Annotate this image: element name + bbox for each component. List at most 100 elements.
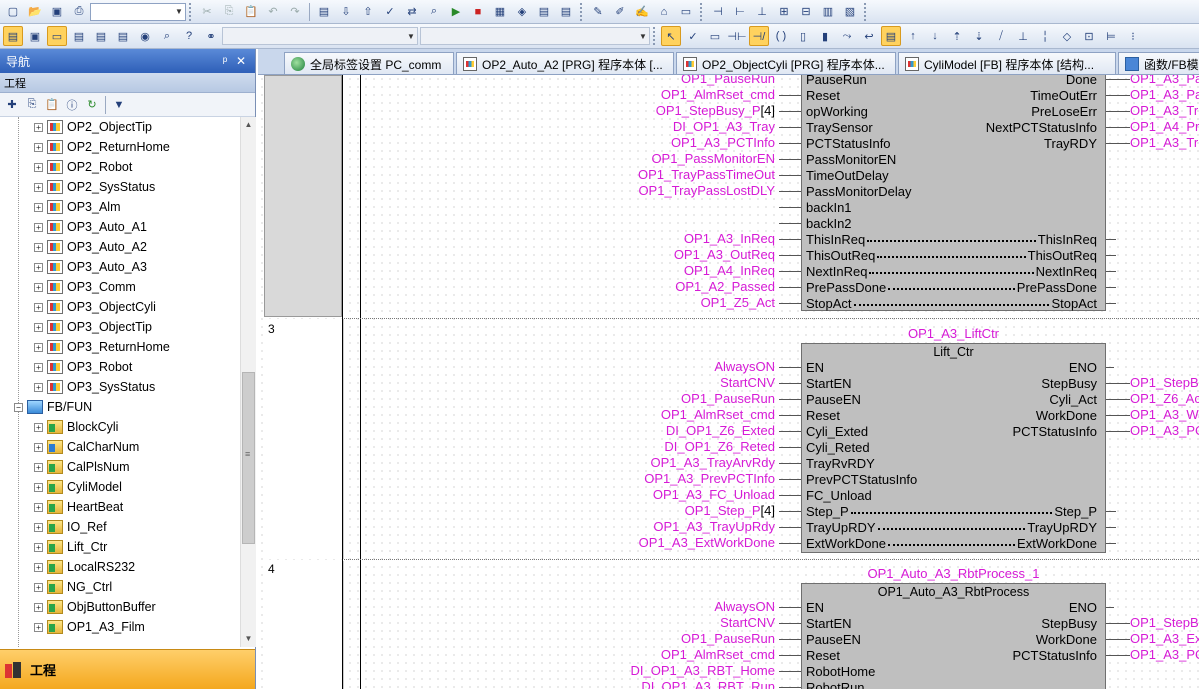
monitor-icon[interactable]: ▦ — [490, 2, 510, 22]
note-icon[interactable]: ✍ — [632, 2, 652, 22]
chevron-down-icon[interactable]: ▼ — [173, 4, 185, 20]
tree-item[interactable]: − FB/FUN — [14, 397, 92, 417]
variable-label[interactable]: DI_OP1_A3_Tray — [673, 119, 775, 135]
variable-label[interactable]: OP1_A3_TrayArvRdy — [650, 455, 775, 471]
tree-item[interactable]: + OP1_A3_Film — [34, 617, 145, 637]
contact-no-icon[interactable]: ⊣⊢ — [727, 26, 747, 46]
variable-label[interactable]: OP1_A3_FC_Unload — [653, 487, 775, 503]
expand-icon[interactable]: + — [34, 262, 43, 272]
ladder-contact-icon[interactable]: ⊣ — [708, 2, 728, 22]
expand-icon[interactable]: + — [34, 622, 43, 632]
variable-label[interactable]: OP1_A3_Tr — [1130, 103, 1198, 119]
device-dev3-icon[interactable]: ▤ — [556, 2, 576, 22]
upload-icon[interactable]: ⇧ — [358, 2, 378, 22]
expand-icon[interactable]: + — [34, 162, 43, 172]
variable-label[interactable]: OP1_A3_ExtWorkDone — [639, 535, 775, 551]
expand-icon[interactable]: + — [34, 242, 43, 252]
expand-icon[interactable]: + — [34, 182, 43, 192]
variable-label[interactable]: OP1_A4_Pr — [1130, 119, 1199, 135]
paste-item-icon[interactable]: 📋 — [43, 96, 61, 114]
coil-icon[interactable]: ( ) — [771, 26, 791, 46]
expand-icon[interactable]: + — [34, 322, 43, 332]
tab-function-templates[interactable]: 函数/FB模板 — [1118, 52, 1199, 74]
expand-icon[interactable]: + — [34, 122, 43, 132]
variable-label[interactable]: OP1_A4_InReq — [684, 263, 775, 279]
variable-label[interactable]: OP1_A3_PrevPCTInfo — [644, 471, 775, 487]
expand-icon[interactable]: + — [34, 382, 43, 392]
add-item-icon[interactable]: ✚ — [3, 96, 21, 114]
expand-icon[interactable]: + — [34, 482, 43, 492]
tree-item[interactable]: + OP3_Auto_A2 — [34, 237, 147, 257]
variable-label[interactable]: OP1_A3_TrayUpRdy — [653, 519, 775, 535]
refresh-icon[interactable]: ↻ — [83, 96, 101, 114]
device-dev6-icon[interactable]: ▤ — [113, 26, 133, 46]
transition-icon[interactable]: ⊨ — [1101, 26, 1121, 46]
variable-label[interactable]: OP1_StepBusy_P[4] — [656, 103, 775, 119]
expand-icon[interactable]: + — [34, 362, 43, 372]
line-draw-icon[interactable]: ✓ — [683, 26, 703, 46]
variable-label[interactable]: OP1_PauseRun — [681, 631, 775, 647]
save-icon[interactable]: ▣ — [47, 2, 67, 22]
falling-edge-icon[interactable]: ↓ — [925, 26, 945, 46]
run-icon[interactable]: ▶ — [446, 2, 466, 22]
variable-label[interactable]: OP1_AlmRset_cmd — [661, 87, 775, 103]
module-icon[interactable]: ▣ — [25, 26, 45, 46]
contact-nc-icon[interactable]: ⊣/ — [749, 26, 769, 46]
properties-icon[interactable]: ⓘ — [63, 96, 81, 114]
variable-label[interactable]: AlwaysON — [714, 359, 775, 375]
stop-icon[interactable]: ■ — [468, 2, 488, 22]
tab-global-labels[interactable]: 全局标签设置 PC_comm — [284, 52, 454, 74]
tab-op2-auto-a2[interactable]: OP2_Auto_A2 [PRG] 程序本体 [... — [456, 52, 674, 74]
tree-scrollbar[interactable]: ▲ ≡ ▼ — [240, 117, 256, 647]
function-block[interactable]: OP1_Auto_A3_RbtProcess EN StartEN PauseEN Re… — [801, 583, 1106, 689]
device-combo[interactable]: ▼ — [90, 2, 186, 21]
scroll-up-icon[interactable]: ▲ — [241, 117, 256, 133]
expand-icon[interactable]: + — [34, 442, 43, 452]
print-icon[interactable]: ⎙ — [69, 2, 89, 22]
expand-icon[interactable]: + — [34, 302, 43, 312]
monitor-write-icon[interactable]: ⊞ — [774, 2, 794, 22]
watch-icon[interactable]: ◉ — [135, 26, 155, 46]
device-dev5-icon[interactable]: ▤ — [91, 26, 111, 46]
expand-icon[interactable]: + — [34, 562, 43, 572]
program-view-icon[interactable]: ▭ — [47, 26, 67, 46]
variable-label[interactable]: OP1_A3_InReq — [684, 231, 775, 247]
window-icon[interactable]: ▭ — [676, 2, 696, 22]
paste-icon[interactable]: 📋 — [241, 2, 261, 22]
variable-label[interactable]: OP1_A3_OutReq — [674, 247, 775, 263]
redo-icon[interactable]: ↷ — [285, 2, 305, 22]
step-icon[interactable]: ⊡ — [1079, 26, 1099, 46]
pin-icon[interactable]: ᵖ — [217, 54, 233, 68]
tree-item[interactable]: + OP2_ReturnHome — [34, 137, 170, 157]
rising-coil-icon[interactable]: ⇡ — [947, 26, 967, 46]
program-combo[interactable]: ▼ — [222, 27, 418, 45]
variable-label[interactable]: OP1_Z5_Act — [701, 295, 775, 311]
tree-item[interactable]: + OP3_Robot — [34, 357, 132, 377]
tree-item[interactable]: + CyliModel — [34, 477, 122, 497]
function-block-icon[interactable]: ▯ — [793, 26, 813, 46]
tab-cylimodel[interactable]: CyliModel [FB] 程序本体 [结构... — [898, 52, 1116, 74]
new-file-icon[interactable]: ▢ — [3, 2, 23, 22]
jump-icon[interactable]: ⤳ — [837, 26, 857, 46]
expand-icon[interactable]: + — [34, 462, 43, 472]
parallel-icon[interactable]: ╎ — [1035, 26, 1055, 46]
expand-icon[interactable]: + — [34, 222, 43, 232]
variable-label[interactable]: DI_OP1_Z6_Exted — [666, 423, 775, 439]
chevron-down-icon[interactable]: ▼ — [637, 28, 649, 44]
expand-icon[interactable]: + — [34, 602, 43, 612]
variable-label[interactable]: OP1_A2_Passed — [675, 279, 775, 295]
tree-item[interactable]: + OP3_ObjectTip — [34, 317, 152, 337]
open-folder-icon[interactable]: 📂 — [25, 2, 45, 22]
tree-item[interactable]: + CalCharNum — [34, 437, 139, 457]
variable-label[interactable]: StartCNV — [720, 375, 775, 391]
rising-edge-icon[interactable]: ↑ — [903, 26, 923, 46]
expand-icon[interactable]: + — [34, 282, 43, 292]
diamond-icon[interactable]: ◇ — [1057, 26, 1077, 46]
chevron-down-icon[interactable]: ▼ — [405, 28, 417, 44]
variable-label[interactable]: StartCNV — [720, 615, 775, 631]
expand-icon[interactable]: + — [34, 582, 43, 592]
tree-item[interactable]: + OP3_Auto_A1 — [34, 217, 147, 237]
expand-icon[interactable]: + — [34, 142, 43, 152]
expand-icon[interactable]: + — [34, 202, 43, 212]
tree-item[interactable]: + BlockCyli — [34, 417, 118, 437]
